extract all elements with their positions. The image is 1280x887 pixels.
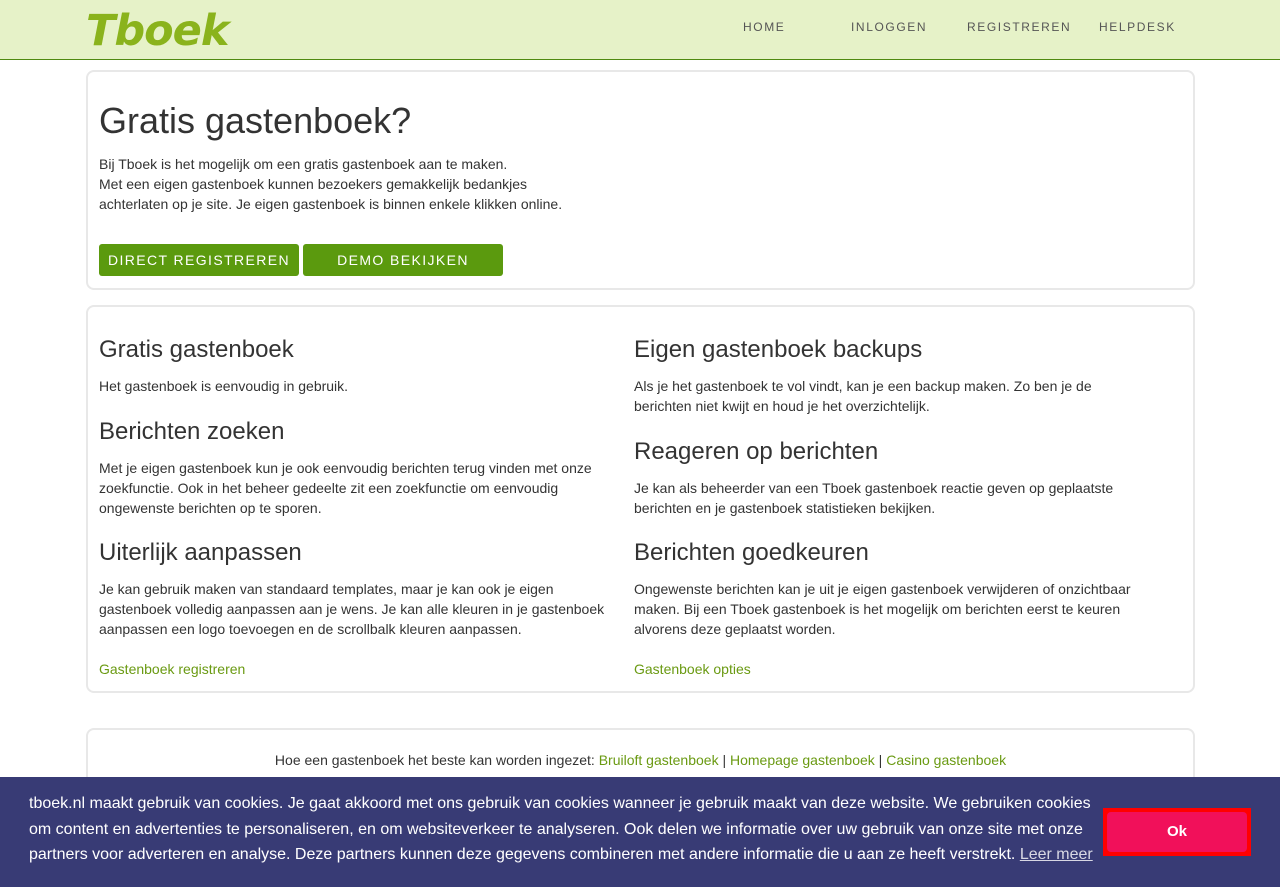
footer-links-line: Hoe een gastenboek het beste kan worden … [88, 752, 1193, 768]
feature-text: Ongewenste berichten kan je uit je eigen… [634, 581, 1131, 637]
hero-intro: Bij Tboek is het mogelijk om een gratis … [99, 154, 579, 214]
cookie-message: tboek.nl maakt gebruik van cookies. Je g… [29, 791, 1099, 868]
feature-block: Eigen gastenboek backups Als je het gast… [634, 335, 1144, 416]
homepage-guestbook-link[interactable]: Homepage gastenboek [730, 752, 875, 768]
feature-title: Eigen gastenboek backups [634, 336, 923, 363]
feature-title: Berichten zoeken [99, 418, 285, 445]
feature-block: Berichten zoeken Met je eigen gastenboek… [99, 417, 609, 518]
direct-register-button[interactable]: DIRECT REGISTREREN [99, 244, 299, 276]
casino-guestbook-link[interactable]: Casino gastenboek [886, 752, 1006, 768]
feature-text: Het gastenboek is eenvoudig in gebruik. [99, 378, 349, 394]
feature-block: Gratis gastenboek Het gastenboek is eenv… [99, 335, 609, 396]
nav-registreren[interactable]: REGISTREREN [967, 20, 1071, 34]
hero-panel: Gratis gastenboek? Bij Tboek is het moge… [86, 70, 1195, 290]
guestbook-options-link[interactable]: Gastenboek opties [634, 661, 751, 677]
wedding-guestbook-link[interactable]: Bruiloft gastenboek [599, 752, 719, 768]
view-demo-button[interactable]: DEMO BEKIJKEN [303, 244, 503, 276]
footer-prefix: Hoe een gastenboek het beste kan worden … [274, 752, 599, 768]
nav-inloggen[interactable]: INLOGGEN [851, 20, 927, 34]
feature-text: Als je het gastenboek te vol vindt, kan … [634, 378, 1092, 414]
feature-block: Uiterlijk aanpassen Je kan gebruik maken… [99, 538, 609, 639]
cookie-ok-button[interactable]: Ok [1107, 812, 1247, 852]
top-navigation-bar: Tboek HOME INLOGGEN REGISTREREN HELPDESK [0, 0, 1280, 60]
hero-intro-line: Bij Tboek is het mogelijk om een gratis … [99, 156, 508, 172]
cookie-consent-bar: tboek.nl maakt gebruik van cookies. Je g… [0, 777, 1280, 887]
feature-text: Je kan als beheerder van een Tboek gaste… [634, 480, 1114, 516]
ok-button-highlight: Ok [1103, 808, 1251, 856]
features-panel: Gratis gastenboek Het gastenboek is eenv… [86, 305, 1195, 693]
nav-home[interactable]: HOME [743, 20, 785, 34]
footer-separator: | [718, 752, 730, 768]
site-logo[interactable]: Tboek [86, 6, 229, 56]
hero-intro-line: Met een eigen gastenboek kunnen bezoeker… [99, 176, 563, 212]
feature-block: Berichten goedkeuren Ongewenste berichte… [634, 538, 1144, 639]
feature-text: Met je eigen gastenboek kun je ook eenvo… [99, 460, 592, 516]
cookie-message-text: tboek.nl maakt gebruik van cookies. Je g… [29, 795, 1091, 863]
feature-block: Reageren op berichten Je kan als beheerd… [634, 437, 1144, 518]
feature-title: Reageren op berichten [634, 438, 879, 465]
nav-helpdesk[interactable]: HELPDESK [1099, 20, 1176, 34]
hero-title: Gratis gastenboek? [99, 100, 412, 141]
feature-title: Uiterlijk aanpassen [99, 539, 302, 566]
footer-separator: | [874, 752, 887, 768]
feature-title: Gratis gastenboek [99, 336, 294, 363]
register-guestbook-link[interactable]: Gastenboek registreren [99, 661, 245, 677]
feature-title: Berichten goedkeuren [634, 539, 869, 566]
feature-text: Je kan gebruik maken van standaard templ… [99, 581, 605, 637]
learn-more-link[interactable]: Leer meer [1020, 846, 1093, 863]
